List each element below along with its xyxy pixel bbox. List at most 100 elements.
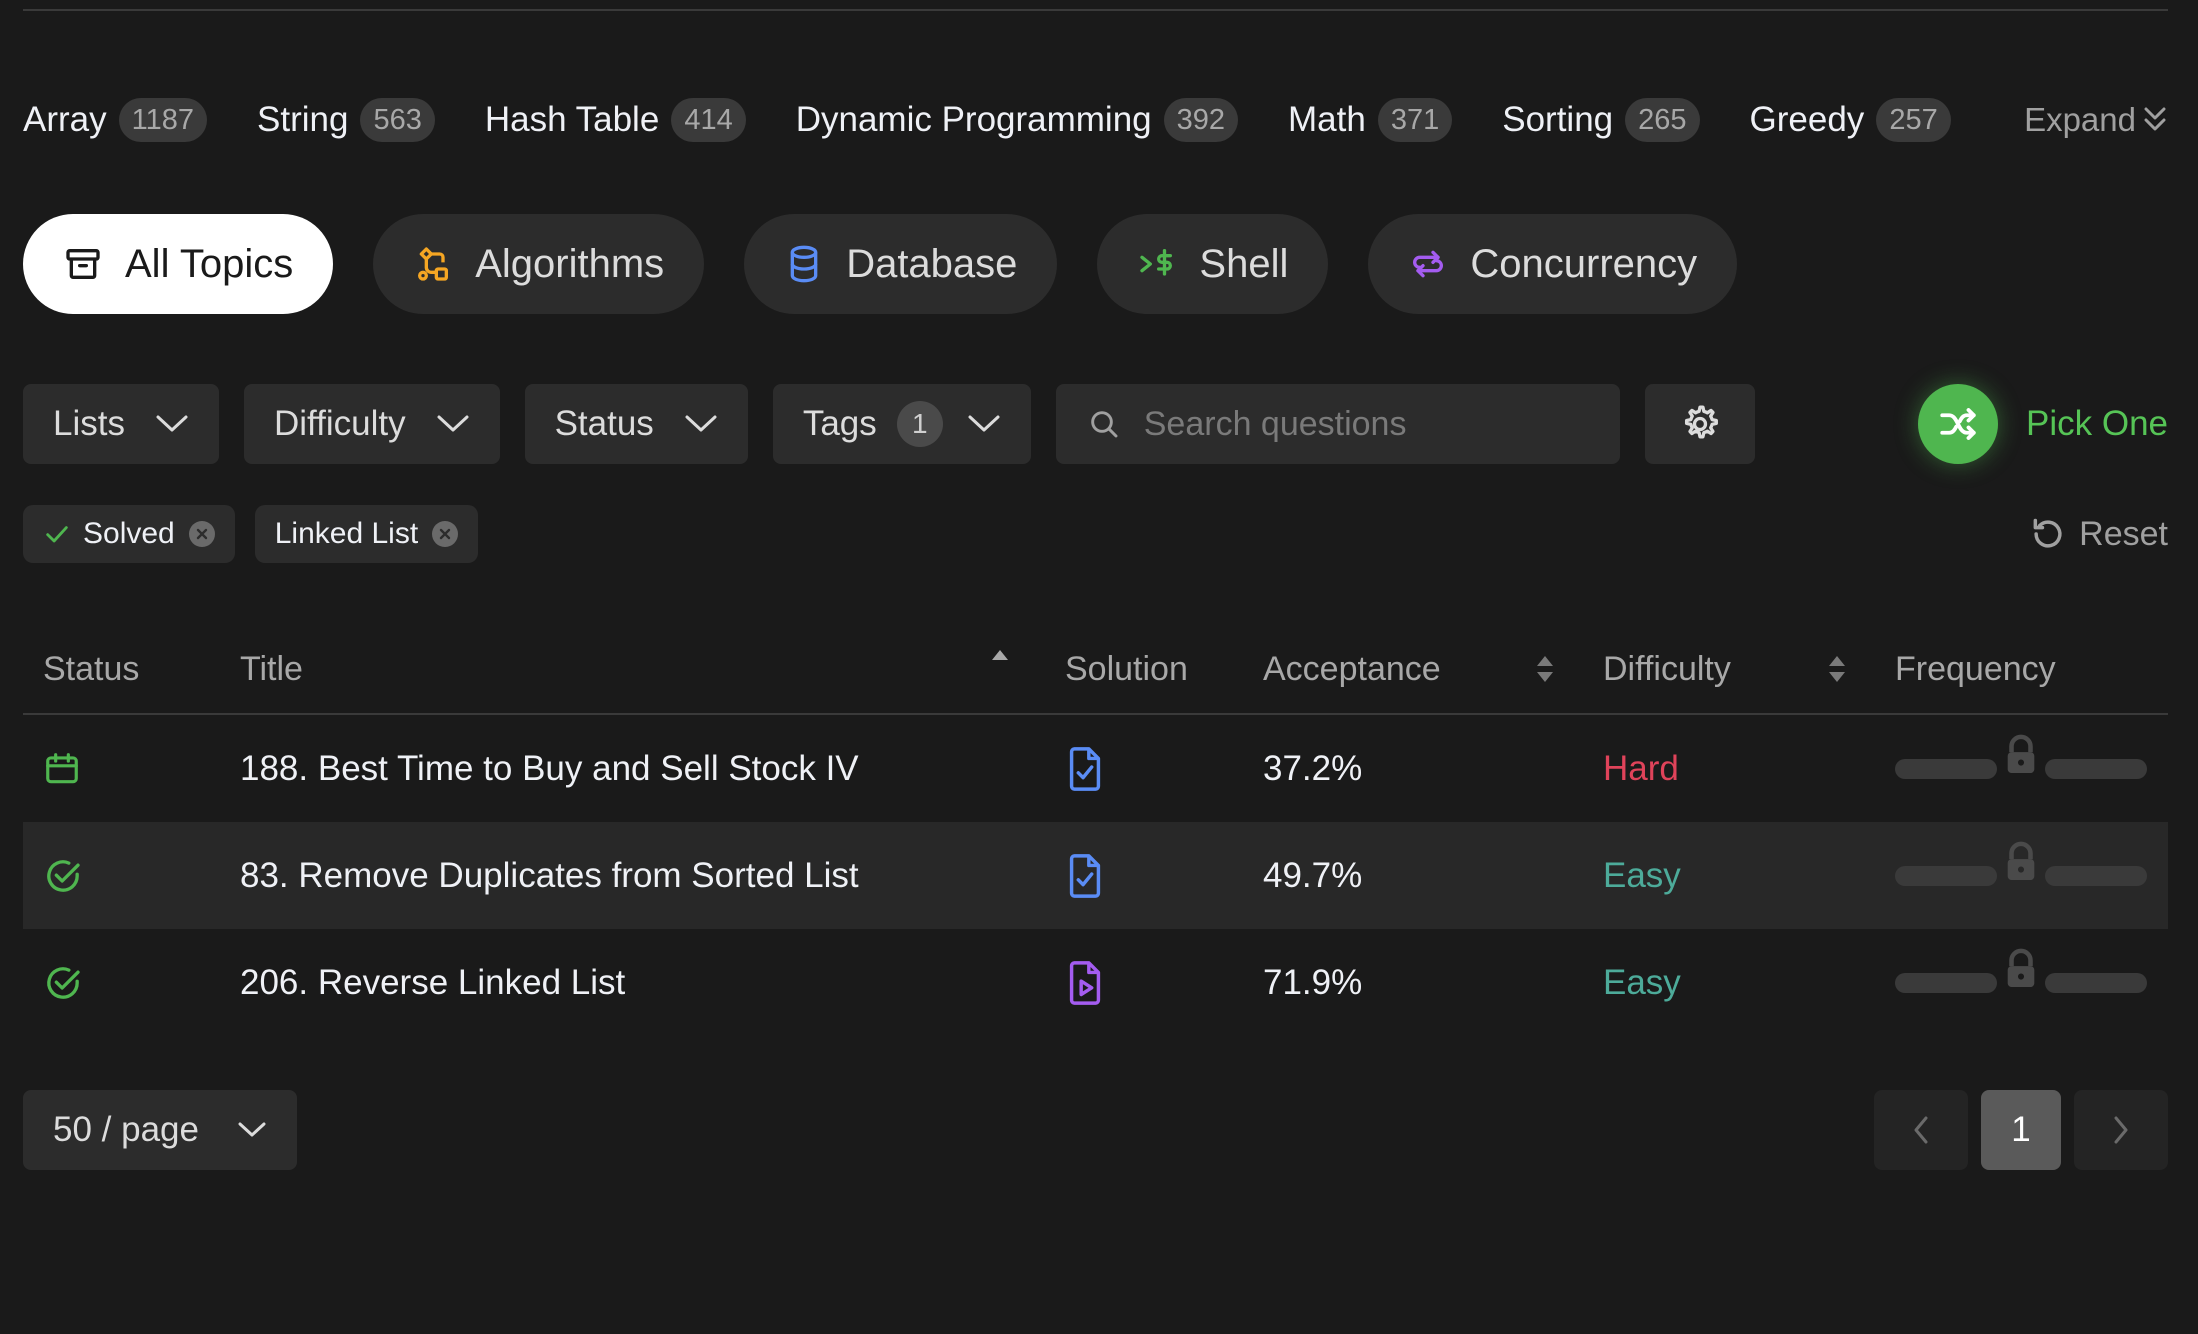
header-frequency: Frequency — [1895, 649, 2056, 688]
search-icon — [1090, 411, 1118, 438]
tab-algorithms[interactable]: Algorithms — [373, 214, 705, 314]
archive-icon — [66, 249, 100, 279]
tag-count: 371 — [1377, 98, 1453, 142]
tag-label: Sorting — [1502, 100, 1614, 139]
problem-title-link[interactable]: 188. Best Time to Buy and Sell Stock IV — [240, 715, 859, 822]
filter-bar: Lists Difficulty Status Tags 1 — [23, 384, 1755, 464]
reset-label: Reset — [2079, 514, 2168, 553]
header-acceptance[interactable]: Acceptance — [1263, 625, 1441, 713]
problem-table: Status Title Solution Acceptance Difficu… — [23, 625, 2168, 1036]
search-input[interactable] — [1141, 403, 1586, 445]
header-title[interactable]: Title — [240, 625, 303, 713]
chevron-down-icon — [238, 1122, 266, 1137]
page-number-button[interactable]: 1 — [1981, 1090, 2061, 1170]
chip-label: Linked List — [274, 517, 419, 550]
status-dropdown[interactable]: Status — [524, 384, 748, 464]
search-box — [1055, 384, 1620, 464]
tag-string[interactable]: String 563 — [257, 98, 435, 142]
tag-array[interactable]: Array 1187 — [23, 98, 207, 142]
tag-count: 257 — [1876, 98, 1951, 142]
tab-concurrency[interactable]: Concurrency — [1368, 214, 1738, 314]
remove-chip-icon[interactable] — [188, 521, 215, 547]
chevron-right-icon — [2114, 1116, 2128, 1144]
tag-count: 563 — [360, 98, 435, 142]
problem-title-link[interactable]: 83. Remove Duplicates from Sorted List — [240, 822, 859, 929]
header-status: Status — [43, 649, 140, 688]
lock-icon — [2007, 948, 2035, 987]
doc-video-icon[interactable] — [1065, 929, 1105, 1036]
tag-hash-table[interactable]: Hash Table 414 — [485, 98, 746, 142]
chevron-down-icon — [685, 415, 717, 432]
tab-label: Shell — [1199, 241, 1289, 286]
difficulty-badge: Easy — [1603, 855, 1681, 895]
tab-label: Database — [846, 241, 1018, 286]
tag-label: Dynamic Programming — [795, 100, 1152, 139]
frequency-bar — [1895, 715, 2147, 822]
per-page-label: 50 / page — [53, 1110, 199, 1149]
prev-page-button[interactable] — [1874, 1090, 1968, 1170]
tag-greedy[interactable]: Greedy 257 — [1750, 98, 1951, 142]
tab-all-topics[interactable]: All Topics — [23, 214, 334, 314]
chevron-down-icon — [156, 415, 188, 432]
doc-check-icon[interactable] — [1065, 715, 1105, 822]
arrows-swap-icon — [1413, 250, 1444, 278]
topic-tags-row: Array 1187 String 563 Hash Table 414 Dynami… — [23, 92, 2168, 148]
table-row: 188. Best Time to Buy and Sell Stock IV … — [23, 715, 2168, 822]
difficulty-dropdown[interactable]: Difficulty — [243, 384, 500, 464]
tag-label: Hash Table — [484, 100, 660, 139]
tag-count: 1187 — [118, 98, 207, 142]
problem-title-link[interactable]: 206. Reverse Linked List — [240, 929, 625, 1036]
pick-one-circle — [1918, 384, 1998, 464]
chevron-down-icon — [437, 415, 469, 432]
sort-toggle-icon[interactable] — [1533, 625, 1557, 713]
header-solution: Solution — [1065, 649, 1188, 688]
check-circle-icon — [43, 822, 83, 929]
sort-toggle-icon[interactable] — [1825, 625, 1849, 713]
chevron-left-icon — [1914, 1116, 1928, 1144]
lock-icon — [2007, 734, 2035, 773]
tag-count: 392 — [1163, 98, 1239, 142]
tag-count: 265 — [1625, 98, 1700, 142]
sort-up-icon[interactable] — [989, 625, 1011, 713]
reset-button[interactable]: Reset — [2029, 505, 2168, 563]
expand-label: Expand — [2024, 101, 2136, 138]
pick-one-button[interactable]: Pick One — [1918, 384, 2168, 464]
tab-label: Concurrency — [1470, 241, 1698, 286]
tag-math[interactable]: Math 371 — [1288, 98, 1453, 142]
frequency-bar — [1895, 822, 2147, 929]
lists-label: Lists — [53, 404, 125, 443]
difficulty-badge: Hard — [1603, 748, 1679, 788]
tag-sorting[interactable]: Sorting 265 — [1502, 98, 1700, 142]
settings-button[interactable] — [1644, 384, 1755, 464]
lists-dropdown[interactable]: Lists — [23, 384, 219, 464]
remove-chip-icon[interactable] — [432, 521, 459, 547]
per-page-select[interactable]: 50 / page — [23, 1090, 297, 1170]
header-difficulty[interactable]: Difficulty — [1603, 625, 1731, 713]
tag-label: Array — [23, 100, 107, 139]
acceptance-value: 71.9% — [1263, 962, 1363, 1002]
tab-label: Algorithms — [475, 241, 665, 286]
algorithm-icon — [418, 247, 449, 281]
calendar-icon — [43, 715, 81, 822]
tags-count-badge: 1 — [896, 401, 943, 447]
doc-check-icon[interactable] — [1065, 822, 1105, 929]
tag-dynamic-programming[interactable]: Dynamic Programming 392 — [795, 98, 1239, 142]
gear-icon — [1684, 405, 1718, 439]
tags-dropdown[interactable]: Tags 1 — [772, 384, 1031, 464]
chevron-down-icon — [968, 415, 1000, 432]
expand-tags-button[interactable]: Expand — [2024, 92, 2168, 148]
tag-label: Greedy — [1749, 100, 1865, 139]
check-icon — [46, 526, 68, 543]
acceptance-value: 37.2% — [1263, 748, 1363, 788]
category-tabs: All Topics Algorithms Database Shell Con… — [23, 214, 1777, 314]
lock-icon — [2007, 841, 2035, 880]
next-page-button[interactable] — [2074, 1090, 2168, 1170]
tags-label: Tags — [802, 404, 877, 443]
pagination: 1 — [1861, 1090, 2168, 1170]
tab-shell[interactable]: Shell — [1097, 214, 1329, 314]
difficulty-label: Difficulty — [273, 404, 406, 443]
chip-solved: Solved — [23, 505, 235, 563]
terminal-dollar-icon — [1140, 249, 1173, 276]
pick-one-label: Pick One — [2026, 404, 2168, 443]
tab-database[interactable]: Database — [744, 214, 1058, 314]
